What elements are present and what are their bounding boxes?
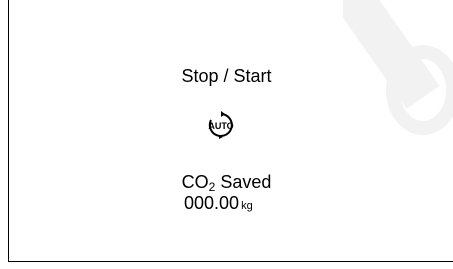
auto-stop-start-icon: AUTO	[208, 111, 234, 139]
co2-label-subscript: 2	[208, 180, 216, 194]
co2-value-number: 000.00	[184, 193, 240, 213]
co2-label-main: CO	[181, 172, 209, 192]
auto-icon-text: AUTO	[208, 121, 233, 131]
co2-value-unit: kg	[241, 200, 253, 212]
co2-saved-label: CO2 Saved	[0, 172, 453, 194]
co2-label-tail: Saved	[215, 172, 272, 192]
co2-saved-value: 000.00 kg	[184, 193, 253, 214]
stop-start-title: Stop / Start	[181, 66, 272, 86]
